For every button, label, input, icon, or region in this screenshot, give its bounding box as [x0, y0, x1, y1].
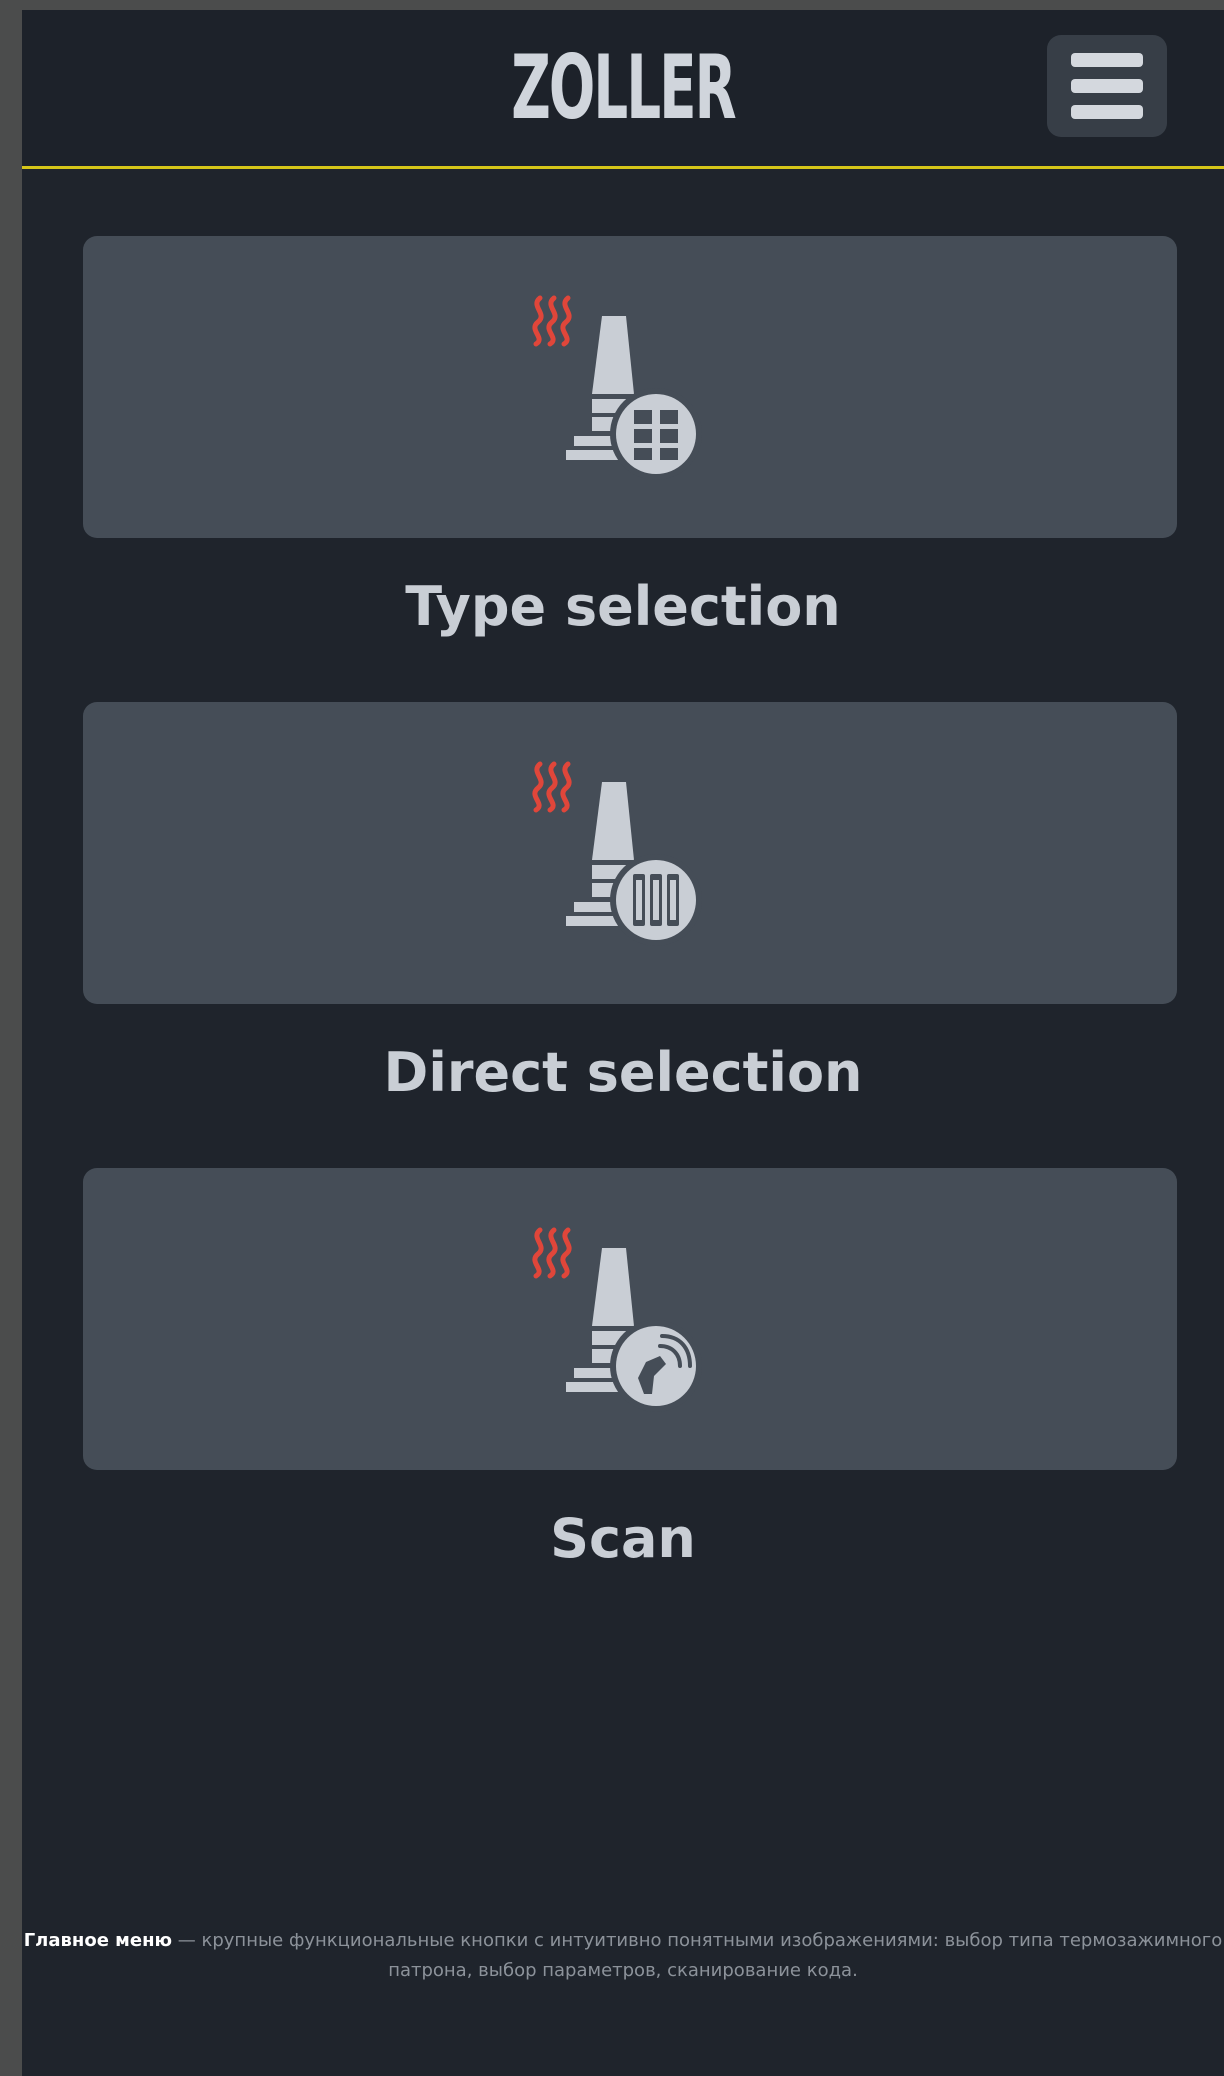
zoller-logo: ZOLLER — [511, 36, 736, 139]
caption-title: Главное меню — [23, 1930, 173, 1951]
heat-shrink-chuck-library-icon — [532, 761, 702, 946]
type-selection-label: Type selection — [405, 575, 841, 638]
scan-button[interactable] — [83, 1168, 1177, 1470]
caption-text: — крупные функциональные кнопки с интуит… — [172, 1930, 1223, 1981]
heat-shrink-chuck-scan-icon — [532, 1227, 702, 1412]
figure-caption: Главное меню — крупные функциональные кн… — [22, 1926, 1224, 1986]
app-header: ZOLLER — [22, 10, 1224, 169]
scan-label: Scan — [550, 1507, 696, 1570]
outer-frame-top — [0, 0, 1224, 10]
app-screen: ZOLLER Type selection Direct selection S… — [22, 10, 1224, 2076]
hamburger-menu-icon — [1071, 53, 1143, 67]
type-selection-button[interactable] — [83, 236, 1177, 538]
hamburger-menu-icon-bar — [1071, 79, 1143, 93]
hamburger-menu-icon-bar — [1071, 105, 1143, 119]
heat-shrink-chuck-grid-icon — [532, 295, 702, 480]
menu-button[interactable] — [1047, 35, 1167, 137]
direct-selection-button[interactable] — [83, 702, 1177, 1004]
outer-frame-left — [0, 0, 22, 2076]
direct-selection-label: Direct selection — [383, 1041, 863, 1104]
